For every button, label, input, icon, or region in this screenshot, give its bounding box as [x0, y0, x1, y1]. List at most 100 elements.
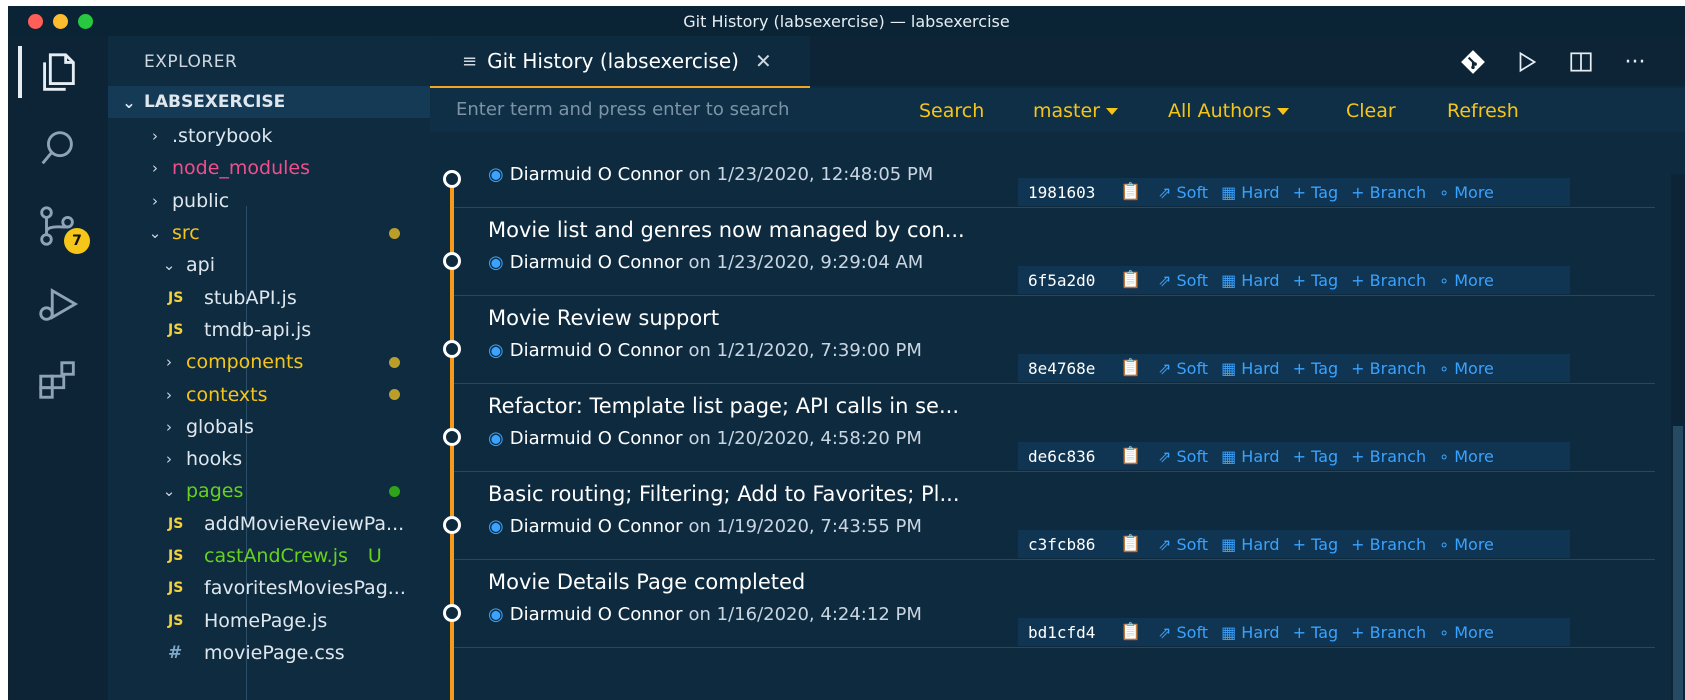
git-icon[interactable]	[1459, 48, 1487, 76]
maximize-window-button[interactable]	[78, 14, 93, 29]
commit-hash[interactable]: c3fcb86	[1028, 535, 1120, 554]
branch-dropdown[interactable]: master	[1033, 100, 1119, 122]
commit-hash[interactable]: de6c836	[1028, 447, 1120, 466]
tag-button[interactable]: + Tag	[1293, 271, 1339, 290]
tree-folder[interactable]: › hooks	[108, 443, 430, 475]
tree-file[interactable]: JS castAndCrew.js U	[108, 540, 430, 572]
commit-row[interactable]: Refactor: Template list page; API calls …	[430, 384, 1685, 472]
scrollbar-thumb[interactable]	[1673, 426, 1683, 700]
source-control-activity[interactable]: 7	[32, 200, 90, 254]
authors-dropdown[interactable]: All Authors	[1168, 100, 1290, 122]
tree-file[interactable]: # moviePage.css	[108, 637, 430, 669]
tree-file[interactable]: JS tmdb-api.js	[108, 314, 430, 346]
soft-reset-button[interactable]: ⇗ Soft	[1158, 183, 1208, 202]
clipboard-icon[interactable]: 📋	[1120, 534, 1158, 554]
commit-message[interactable]: Movie list and genres now managed by con…	[488, 218, 965, 242]
commit-row[interactable]: Movie Review support ◉ Diarmuid O Connor on…	[430, 296, 1685, 384]
tree-file[interactable]: JS stubAPI.js	[108, 281, 430, 313]
branch-button[interactable]: + Branch	[1351, 271, 1426, 290]
clear-button[interactable]: Clear	[1346, 100, 1396, 122]
soft-reset-button[interactable]: ⇗ Soft	[1158, 535, 1208, 554]
tag-button[interactable]: + Tag	[1293, 359, 1339, 378]
soft-reset-button[interactable]: ⇗ Soft	[1158, 359, 1208, 378]
tree-folder[interactable]: ⌄ api	[108, 249, 430, 281]
eye-icon[interactable]: ◉	[488, 340, 504, 361]
close-icon[interactable]: ✕	[755, 49, 772, 73]
more-button[interactable]: ∘ More	[1439, 183, 1494, 202]
close-window-button[interactable]	[28, 14, 43, 29]
hard-reset-button[interactable]: ▦ Hard	[1221, 359, 1280, 378]
commit-author[interactable]: Diarmuid O Connor	[510, 164, 683, 185]
commit-row[interactable]: Movie list and genres now managed by con…	[430, 208, 1685, 296]
tree-file[interactable]: JS addMovieReviewPa...	[108, 508, 430, 540]
more-button[interactable]: ∘ More	[1439, 535, 1494, 554]
commit-author[interactable]: Diarmuid O Connor	[510, 604, 683, 625]
commit-row[interactable]: ◉ Diarmuid O Connor on 1/23/2020, 12:48:05…	[430, 120, 1685, 208]
commit-hash[interactable]: 8e4768e	[1028, 359, 1120, 378]
more-button[interactable]: ∘ More	[1439, 623, 1494, 642]
tree-folder[interactable]: › node_modules	[108, 152, 430, 184]
commit-row[interactable]: Movie Details Page completed ◉ Diarmuid O …	[430, 560, 1685, 648]
more-button[interactable]: ∘ More	[1439, 271, 1494, 290]
tree-folder[interactable]: › globals	[108, 411, 430, 443]
soft-reset-button[interactable]: ⇗ Soft	[1158, 271, 1208, 290]
eye-icon[interactable]: ◉	[488, 604, 504, 625]
search-activity[interactable]	[32, 122, 84, 174]
commit-hash[interactable]: 1981603	[1028, 183, 1120, 202]
commit-hash[interactable]: bd1cfd4	[1028, 623, 1120, 642]
branch-button[interactable]: + Branch	[1351, 183, 1426, 202]
tab-git-history[interactable]: ≡ Git History (labsexercise) ✕	[430, 36, 810, 88]
tag-button[interactable]: + Tag	[1293, 183, 1339, 202]
commit-message[interactable]: Movie Review support	[488, 306, 719, 330]
branch-button[interactable]: + Branch	[1351, 359, 1426, 378]
hard-reset-button[interactable]: ▦ Hard	[1221, 271, 1280, 290]
commit-author[interactable]: Diarmuid O Connor	[510, 516, 683, 537]
more-button[interactable]: ∘ More	[1439, 359, 1494, 378]
soft-reset-button[interactable]: ⇗ Soft	[1158, 623, 1208, 642]
branch-button[interactable]: + Branch	[1351, 623, 1426, 642]
commit-hash[interactable]: 6f5a2d0	[1028, 271, 1120, 290]
tree-folder[interactable]: › public	[108, 185, 430, 217]
refresh-button[interactable]: Refresh	[1447, 100, 1519, 122]
clipboard-icon[interactable]: 📋	[1120, 270, 1158, 290]
extensions-activity[interactable]	[32, 354, 84, 406]
commit-row[interactable]: Basic routing; Filtering; Add to Favorit…	[430, 472, 1685, 560]
tag-button[interactable]: + Tag	[1293, 447, 1339, 466]
more-button[interactable]: ∘ More	[1439, 447, 1494, 466]
commit-list-scrollbar[interactable]	[1671, 174, 1685, 700]
soft-reset-button[interactable]: ⇗ Soft	[1158, 447, 1208, 466]
commit-message[interactable]: Refactor: Template list page; API calls …	[488, 394, 959, 418]
workspace-section-header[interactable]: ⌄ LABSEXERCISE	[108, 86, 430, 118]
run-debug-activity[interactable]	[32, 278, 84, 330]
tree-folder[interactable]: › .storybook	[108, 120, 430, 152]
search-button[interactable]: Search	[919, 100, 984, 122]
clipboard-icon[interactable]: 📋	[1120, 182, 1158, 202]
search-input[interactable]	[454, 98, 898, 121]
run-icon[interactable]	[1513, 48, 1541, 76]
clipboard-icon[interactable]: 📋	[1120, 622, 1158, 642]
branch-button[interactable]: + Branch	[1351, 535, 1426, 554]
clipboard-icon[interactable]: 📋	[1120, 446, 1158, 466]
eye-icon[interactable]: ◉	[488, 164, 504, 185]
tag-button[interactable]: + Tag	[1293, 535, 1339, 554]
commit-author[interactable]: Diarmuid O Connor	[510, 428, 683, 449]
eye-icon[interactable]: ◉	[488, 252, 504, 273]
commit-message[interactable]: Basic routing; Filtering; Add to Favorit…	[488, 482, 960, 506]
commit-message[interactable]: Movie Details Page completed	[488, 570, 805, 594]
explorer-activity[interactable]	[18, 46, 84, 98]
tree-folder[interactable]: ⌄ src	[108, 217, 430, 249]
hard-reset-button[interactable]: ▦ Hard	[1221, 183, 1280, 202]
commit-author[interactable]: Diarmuid O Connor	[510, 340, 683, 361]
tree-folder[interactable]: › contexts	[108, 378, 430, 410]
hard-reset-button[interactable]: ▦ Hard	[1221, 447, 1280, 466]
eye-icon[interactable]: ◉	[488, 516, 504, 537]
split-editor-icon[interactable]	[1567, 48, 1595, 76]
tree-folder[interactable]: ⌄ pages	[108, 475, 430, 507]
hard-reset-button[interactable]: ▦ Hard	[1221, 535, 1280, 554]
tag-button[interactable]: + Tag	[1293, 623, 1339, 642]
hard-reset-button[interactable]: ▦ Hard	[1221, 623, 1280, 642]
eye-icon[interactable]: ◉	[488, 428, 504, 449]
commit-author[interactable]: Diarmuid O Connor	[510, 252, 683, 273]
branch-button[interactable]: + Branch	[1351, 447, 1426, 466]
tree-file[interactable]: JS favoritesMoviesPag...	[108, 572, 430, 604]
